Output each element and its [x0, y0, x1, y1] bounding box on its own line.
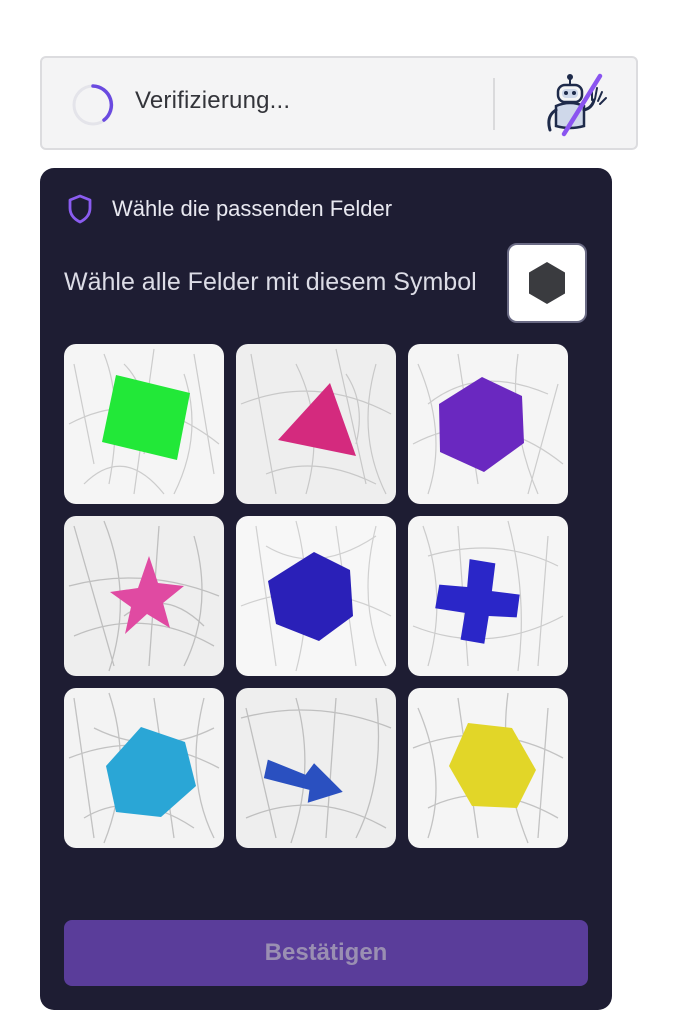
grid-tile-1[interactable] [64, 344, 224, 504]
hexagon-shape-icon [240, 520, 392, 672]
cross-shape-icon [412, 520, 564, 672]
shield-icon [68, 194, 92, 224]
triangle-shape-icon [240, 348, 392, 495]
grid-tile-7[interactable] [64, 688, 224, 848]
loading-spinner-icon [72, 84, 114, 126]
hexagon-shape-icon [412, 353, 564, 495]
arrow-shape-icon [240, 697, 392, 844]
vertical-divider [493, 78, 495, 130]
robot-logo-icon [547, 73, 607, 137]
grid-tile-4[interactable] [64, 516, 224, 676]
target-symbol-box [507, 243, 587, 323]
challenge-panel: Wähle die passenden Felder Wähle alle Fe… [40, 168, 612, 1010]
grid-tile-3[interactable] [408, 344, 568, 504]
grid-tile-5[interactable] [236, 516, 396, 676]
hexagon-shape-icon [68, 692, 220, 844]
grid-tile-9[interactable] [408, 688, 568, 848]
instruction-text: Wähle alle Felder mit diesem Symbol [64, 268, 477, 296]
verify-status-text: Verifizierung... [135, 87, 291, 114]
target-hexagon-icon [529, 262, 565, 304]
grid-tile-2[interactable] [236, 344, 396, 504]
grid-tile-8[interactable] [236, 688, 396, 848]
star-shape-icon [68, 520, 220, 672]
hexagon-shape-icon [412, 692, 564, 844]
captcha-verify-bar: Verifizierung... [40, 56, 638, 150]
square-shape-icon [68, 348, 220, 495]
confirm-button[interactable]: Bestätigen [64, 920, 588, 986]
panel-header: Wähle die passenden Felder [112, 196, 393, 221]
grid-tile-6[interactable] [408, 516, 568, 676]
tile-grid [64, 344, 568, 848]
